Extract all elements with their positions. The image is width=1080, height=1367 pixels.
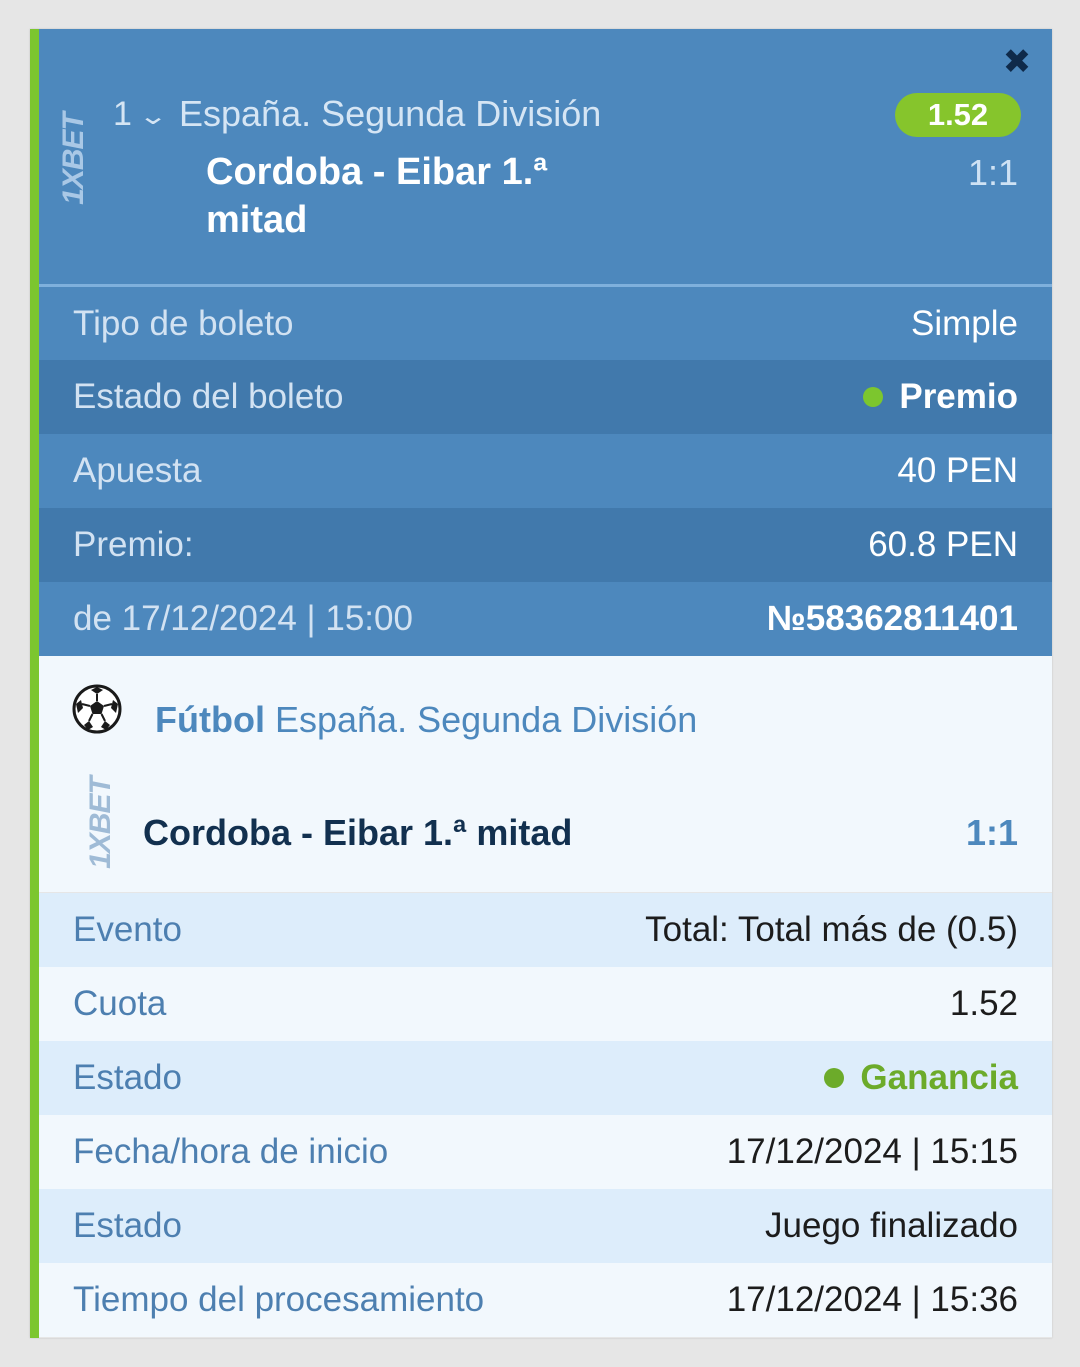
row-label: Estado del boleto [73, 377, 344, 416]
detail-score: 1:1 [965, 812, 1018, 853]
bet-ticket-card: 1XBET ✖ 1 ⌄ España. Segunda División 1.5… [30, 29, 1052, 1338]
start-time-row: Fecha/hora de inicio 17/12/2024 | 15:15 [39, 1115, 1052, 1189]
close-icon[interactable]: ✖ [1000, 45, 1034, 79]
sport-name: Fútbol [155, 699, 265, 740]
row-value: Total: Total más de (0.5) [645, 910, 1018, 949]
status-accent-bar [30, 29, 39, 1338]
status-dot-icon [863, 387, 884, 407]
detail-league: España. Segunda División [274, 699, 698, 740]
stake-row: Apuesta 40 PEN [39, 434, 1052, 508]
row-label: Cuota [73, 984, 167, 1023]
league-name: España. Segunda División [179, 93, 602, 134]
row-value: 1.52 [949, 984, 1018, 1023]
row-label: Evento [73, 910, 182, 949]
processing-time-row: Tiempo del procesamiento 17/12/2024 | 15… [39, 1263, 1052, 1337]
row-label: Estado [73, 1058, 182, 1097]
brand-logo: 1XBET [57, 113, 90, 205]
row-value: 17/12/2024 | 15:15 [726, 1132, 1018, 1171]
event-detail: Fútbol España. Segunda División 1XBET Co… [39, 656, 1052, 892]
chevron-down-icon[interactable]: ⌄ [138, 102, 168, 131]
game-status-row: Estado Juego finalizado [39, 1189, 1052, 1263]
row-value: Ganancia [824, 1058, 1018, 1098]
ticket-status-row: Estado del boleto Premio [39, 360, 1052, 434]
row-label: Premio: [73, 525, 194, 564]
row-label: Fecha/hora de inicio [73, 1132, 389, 1171]
odds-badge: 1.52 [895, 93, 1021, 137]
row-value: Premio [863, 377, 1018, 417]
brand-logo: 1XBET [84, 777, 117, 869]
row-value: Simple [911, 304, 1018, 343]
status-text: Premio [899, 377, 1018, 416]
status-text: Ganancia [860, 1058, 1018, 1097]
row-value: 17/12/2024 | 15:36 [726, 1280, 1018, 1319]
prize-row: Premio: 60.8 PEN [39, 508, 1052, 582]
ticket-date: de 17/12/2024 | 15:00 [73, 599, 413, 638]
row-label: Apuesta [73, 451, 202, 490]
row-label: Tiempo del procesamiento [73, 1280, 485, 1319]
match-title: Cordoba - Eibar 1.ª mitad [206, 151, 548, 241]
date-number-row: de 17/12/2024 | 15:00 №58362811401 [39, 582, 1052, 656]
sport-league-line: Fútbol España. Segunda División [155, 699, 697, 741]
result-status-row: Estado Ganancia [39, 1041, 1052, 1115]
bet-count[interactable]: 1 [113, 95, 132, 134]
row-value: Juego finalizado [765, 1206, 1018, 1245]
detail-match-title: Cordoba - Eibar 1.ª mitad [143, 812, 573, 853]
match-score: 1:1 [967, 152, 1018, 193]
ticket-type-row: Tipo de boleto Simple [39, 287, 1052, 361]
row-label: Estado [73, 1206, 182, 1245]
ticket-header: 1XBET ✖ 1 ⌄ España. Segunda División 1.5… [39, 29, 1052, 287]
event-row: Evento Total: Total más de (0.5) [39, 893, 1052, 967]
soccer-ball-icon [72, 684, 122, 734]
ticket-number[interactable]: №58362811401 [767, 599, 1018, 639]
row-value: 40 PEN [897, 451, 1018, 490]
status-dot-icon [824, 1068, 845, 1088]
odds-row: Cuota 1.52 [39, 967, 1052, 1041]
ticket-content: 1XBET ✖ 1 ⌄ España. Segunda División 1.5… [39, 29, 1052, 1338]
row-value: 60.8 PEN [868, 525, 1018, 564]
row-label: Tipo de boleto [73, 304, 294, 343]
